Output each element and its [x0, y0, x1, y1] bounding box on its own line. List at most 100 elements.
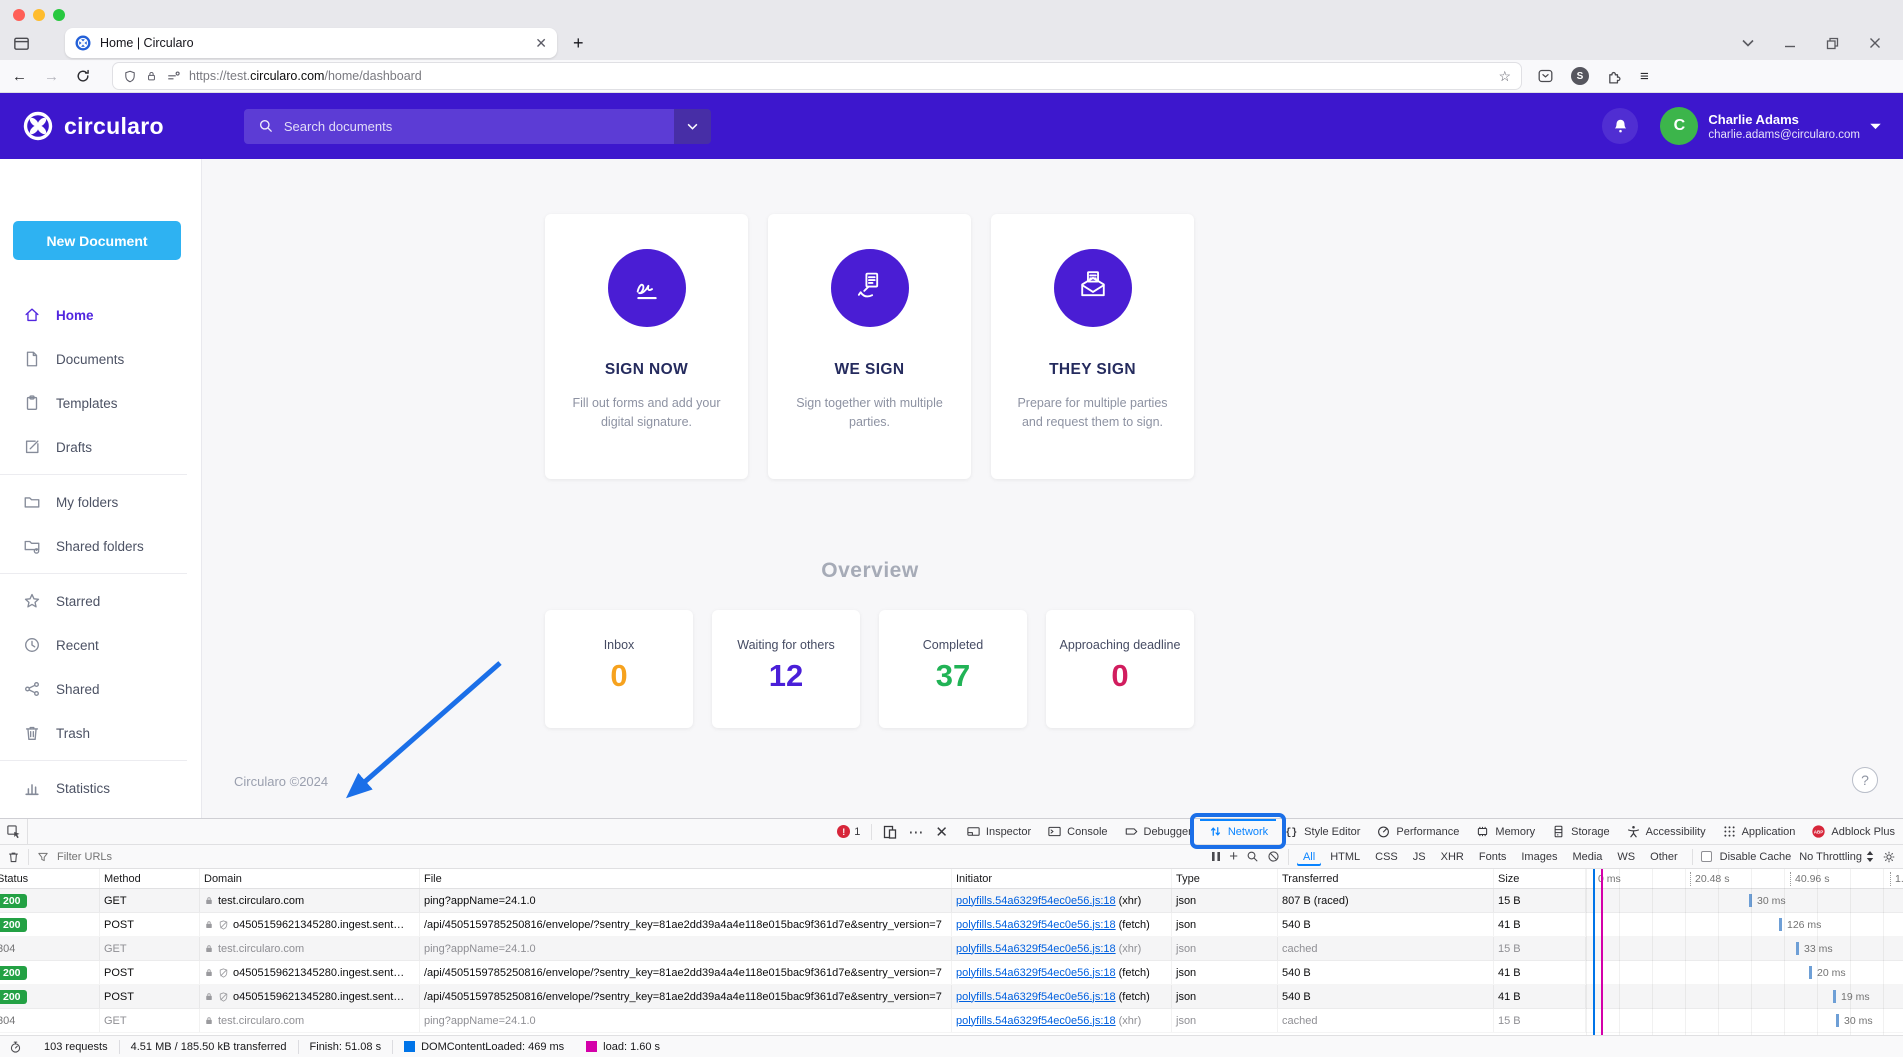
disable-cache-checkbox[interactable]: [1701, 851, 1712, 862]
stat-card[interactable]: Waiting for others 12: [712, 610, 860, 728]
circularo-logo[interactable]: circularo: [22, 110, 164, 142]
permissions-icon[interactable]: [166, 70, 181, 83]
devtools-tab[interactable]: Inspector: [958, 819, 1039, 844]
sidebar-item[interactable]: Documents: [0, 337, 201, 381]
new-document-button[interactable]: New Document: [13, 221, 181, 260]
action-card[interactable]: WE SIGN Sign together with multiple part…: [768, 214, 971, 479]
pause-log-icon[interactable]: [1211, 851, 1221, 862]
extensions-puzzle-icon[interactable]: [1606, 68, 1623, 85]
column-method[interactable]: Method: [100, 869, 200, 888]
help-button[interactable]: ?: [1852, 767, 1878, 793]
sidebar-item[interactable]: Shared folders: [0, 524, 201, 568]
sidebar-item[interactable]: Trash: [0, 711, 201, 755]
filter-pill[interactable]: Fonts: [1473, 848, 1513, 866]
sidebar-item[interactable]: Templates: [0, 381, 201, 425]
search-requests-icon[interactable]: [1246, 850, 1259, 863]
sidebar-item[interactable]: Statistics: [0, 766, 201, 810]
column-transferred[interactable]: Transferred: [1278, 869, 1494, 888]
disable-cache-label[interactable]: Disable Cache: [1720, 851, 1792, 863]
devtools-tab[interactable]: Adblock Plus: [1803, 819, 1903, 844]
zoom-window-light[interactable]: [53, 9, 65, 21]
request-row[interactable]: 304 GET test.circularo.com ping?appName=…: [0, 1009, 1903, 1033]
request-row[interactable]: 200 POST o4505159621345280.ingest.sent… …: [0, 985, 1903, 1009]
network-settings-gear-icon[interactable]: [1882, 850, 1896, 864]
tracking-shield-icon[interactable]: [123, 69, 137, 84]
devtools-tab[interactable]: Application: [1714, 819, 1804, 844]
clear-requests-icon[interactable]: [7, 850, 20, 864]
filter-pill[interactable]: Media: [1566, 848, 1608, 866]
filter-pill[interactable]: All: [1297, 848, 1321, 866]
column-file[interactable]: File: [420, 869, 952, 888]
initiator-link[interactable]: polyfills.54a6329f54ec0e56.js:18: [956, 919, 1116, 931]
filter-urls-input[interactable]: [57, 851, 1203, 863]
devtools-tab[interactable]: Console: [1039, 819, 1115, 844]
har-stopwatch-icon[interactable]: [7, 1040, 33, 1054]
stat-card[interactable]: Approaching deadline 0: [1046, 610, 1194, 728]
search-options-chevron-icon[interactable]: [674, 109, 711, 144]
filter-pill[interactable]: WS: [1611, 848, 1641, 866]
tab-close-icon[interactable]: ✕: [535, 36, 547, 50]
menu-hamburger-icon[interactable]: ≡: [1640, 68, 1649, 85]
devtools-tab[interactable]: Debugger: [1116, 819, 1200, 844]
column-domain[interactable]: Domain: [200, 869, 420, 888]
notifications-bell-icon[interactable]: [1602, 108, 1638, 144]
initiator-link[interactable]: polyfills.54a6329f54ec0e56.js:18: [956, 943, 1116, 955]
stat-card[interactable]: Inbox 0: [545, 610, 693, 728]
column-initiator[interactable]: Initiator: [952, 869, 1172, 888]
firefox-view-icon[interactable]: [12, 34, 31, 53]
devtools-tab[interactable]: Accessibility: [1618, 819, 1714, 844]
block-requests-icon[interactable]: [1267, 850, 1280, 863]
throttling-select[interactable]: No Throttling: [1799, 851, 1874, 863]
element-picker-icon[interactable]: [0, 819, 28, 844]
restore-icon[interactable]: [1826, 37, 1839, 50]
devtools-tab[interactable]: Network: [1200, 819, 1276, 844]
minimize-icon[interactable]: [1784, 37, 1796, 49]
filter-pill[interactable]: JS: [1407, 848, 1432, 866]
sidebar-item[interactable]: Starred: [0, 579, 201, 623]
initiator-link[interactable]: polyfills.54a6329f54ec0e56.js:18: [956, 895, 1116, 907]
search-bar[interactable]: [244, 109, 711, 144]
devtools-tab[interactable]: Storage: [1543, 819, 1618, 844]
devtools-tab[interactable]: Style Editor: [1276, 819, 1368, 844]
column-size[interactable]: Size: [1494, 869, 1586, 888]
devtools-menu-icon[interactable]: ⋯: [908, 823, 924, 841]
filter-pill[interactable]: Images: [1515, 848, 1563, 866]
pocket-icon[interactable]: [1537, 68, 1554, 84]
filter-pill[interactable]: XHR: [1435, 848, 1470, 866]
sidebar-item[interactable]: Recent: [0, 623, 201, 667]
action-card[interactable]: SIGN NOW Fill out forms and add your dig…: [545, 214, 748, 479]
sidebar-item[interactable]: My folders: [0, 480, 201, 524]
sidebar-item[interactable]: Home: [0, 293, 201, 337]
bookmark-star-icon[interactable]: ☆: [1498, 68, 1511, 85]
search-input[interactable]: [284, 119, 674, 134]
initiator-link[interactable]: polyfills.54a6329f54ec0e56.js:18: [956, 967, 1116, 979]
close-window-light[interactable]: [13, 9, 25, 21]
forward-icon[interactable]: →: [44, 68, 59, 85]
close-icon[interactable]: [1869, 37, 1881, 49]
filter-pill[interactable]: CSS: [1369, 848, 1404, 866]
new-tab-button[interactable]: +: [573, 33, 584, 54]
request-row[interactable]: 200 POST o4505159621345280.ingest.sent… …: [0, 961, 1903, 985]
filter-pill[interactable]: Other: [1644, 848, 1684, 866]
responsive-design-icon[interactable]: [883, 825, 897, 839]
sidebar-item[interactable]: Shared: [0, 667, 201, 711]
sidebar-item[interactable]: Drafts: [0, 425, 201, 469]
minimize-window-light[interactable]: [33, 9, 45, 21]
devtools-tab[interactable]: Performance: [1368, 819, 1467, 844]
error-count-badge[interactable]: !1: [837, 825, 860, 838]
action-card[interactable]: THEY SIGN Prepare for multiple parties a…: [991, 214, 1194, 479]
browser-tab[interactable]: Home | Circularo ✕: [65, 28, 557, 58]
url-bar[interactable]: https://test.circularo.com/home/dashboar…: [113, 63, 1521, 89]
initiator-link[interactable]: polyfills.54a6329f54ec0e56.js:18: [956, 991, 1116, 1003]
lock-icon[interactable]: [145, 69, 158, 83]
user-menu[interactable]: C Charlie Adams charlie.adams@circularo.…: [1660, 107, 1881, 145]
request-row[interactable]: 304 GET test.circularo.com ping?appName=…: [0, 937, 1903, 961]
devtools-close-icon[interactable]: ✕: [935, 823, 948, 841]
add-request-icon[interactable]: +: [1229, 848, 1238, 865]
reload-icon[interactable]: [76, 69, 90, 83]
stat-card[interactable]: Completed 37: [879, 610, 1027, 728]
tab-list-chevron-icon[interactable]: [1742, 39, 1754, 47]
column-status[interactable]: Status: [0, 869, 100, 888]
request-row[interactable]: 200 POST o4505159621345280.ingest.sent… …: [0, 913, 1903, 937]
request-row[interactable]: 200 GET test.circularo.com ping?appName=…: [0, 889, 1903, 913]
